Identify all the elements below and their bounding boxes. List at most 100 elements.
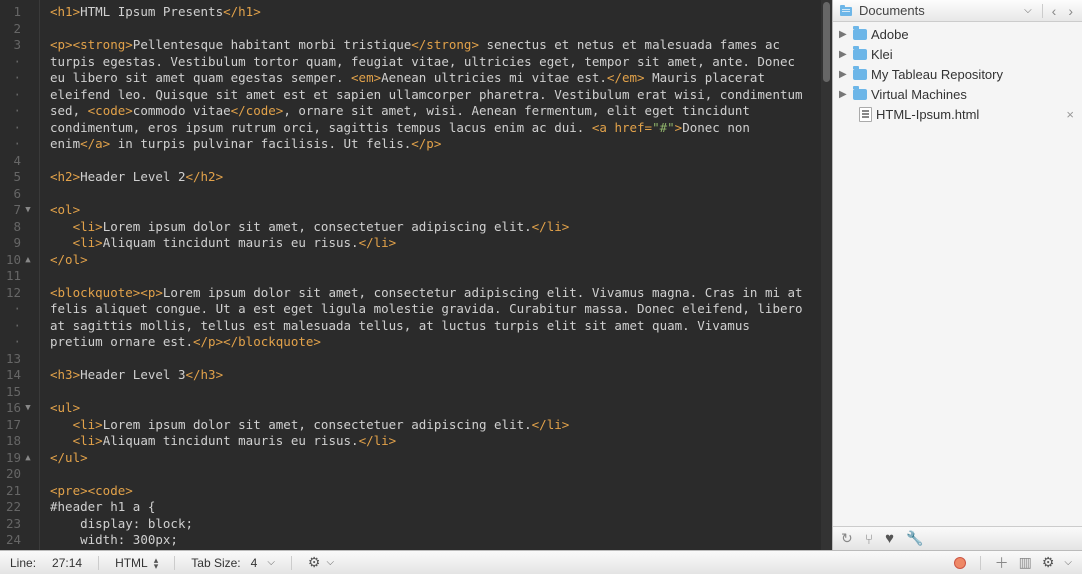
cursor-position[interactable]: Line: 27:14 [10, 556, 82, 570]
code-line[interactable]: condimentum, eros ipsum rutrum orci, sag… [50, 120, 821, 137]
code-line[interactable]: <pre><code> [50, 483, 821, 500]
gutter-line[interactable]: 5 [0, 169, 33, 186]
gutter-line[interactable]: · [0, 103, 33, 120]
gutter-line[interactable]: 19▲ [0, 450, 33, 467]
nav-forward-button[interactable]: › [1065, 3, 1076, 19]
file-tree-folder[interactable]: ▶Klei [833, 44, 1082, 64]
code-line[interactable] [50, 153, 821, 170]
language-selector[interactable]: HTML ▴▾ [115, 556, 158, 570]
disclosure-triangle-icon[interactable]: ▶ [839, 49, 849, 60]
code-line[interactable]: display: block; [50, 516, 821, 533]
code-line[interactable]: #header h1 a { [50, 499, 821, 516]
code-line[interactable]: enim</a> in turpis pulvinar facilisis. U… [50, 136, 821, 153]
gutter-line[interactable]: 17 [0, 417, 33, 434]
gutter-line[interactable]: · [0, 136, 33, 153]
disclosure-triangle-icon[interactable]: ▶ [839, 89, 849, 100]
tab-size-selector[interactable]: Tab Size: 4 ⌵ [191, 556, 275, 570]
settings-icon[interactable]: 🔧 [906, 530, 923, 547]
code-line[interactable] [50, 466, 821, 483]
code-line[interactable]: <ul> [50, 400, 821, 417]
gutter-line[interactable]: 22 [0, 499, 33, 516]
gutter-line[interactable]: 3 [0, 37, 33, 54]
gutter-line[interactable]: · [0, 301, 33, 318]
gutter-line[interactable]: 10▲ [0, 252, 33, 269]
code-line[interactable] [50, 384, 821, 401]
favorite-icon[interactable]: ♥ [885, 530, 894, 547]
code-line[interactable] [50, 351, 821, 368]
refresh-icon[interactable]: ↻ [841, 530, 853, 547]
gutter-line[interactable]: 18 [0, 433, 33, 450]
gutter-line[interactable]: · [0, 120, 33, 137]
add-button[interactable]: ＋ [995, 553, 1009, 573]
code-line[interactable]: <h3>Header Level 3</h3> [50, 367, 821, 384]
code-line[interactable]: <li>Aliquam tincidunt mauris eu risus.</… [50, 433, 821, 450]
nav-back-button[interactable]: ‹ [1049, 3, 1060, 19]
gutter-line[interactable]: 7▼ [0, 202, 33, 219]
gutter-line[interactable]: 21 [0, 483, 33, 500]
gutter-line[interactable]: 16▼ [0, 400, 33, 417]
gutter-line[interactable]: 13 [0, 351, 33, 368]
code-line[interactable]: <li>Lorem ipsum dolor sit amet, consecte… [50, 417, 821, 434]
gutter-line[interactable]: · [0, 334, 33, 351]
fold-marker-icon[interactable]: ▲ [23, 450, 33, 467]
gutter-line[interactable]: 8 [0, 219, 33, 236]
code-line[interactable]: <h1>HTML Ipsum Presents</h1> [50, 4, 821, 21]
gutter-line[interactable]: 1 [0, 4, 33, 21]
record-indicator-icon[interactable] [954, 557, 966, 569]
code-line[interactable]: </ul> [50, 450, 821, 467]
gutter-line[interactable]: 2 [0, 21, 33, 38]
file-tree-folder[interactable]: ▶Adobe [833, 24, 1082, 44]
code-line[interactable]: eu libero sit amet quam egestas semper. … [50, 70, 821, 87]
fold-marker-icon[interactable]: ▲ [23, 252, 33, 269]
gutter-line[interactable]: 12 [0, 285, 33, 302]
columns-icon[interactable]: ▥ [1019, 554, 1032, 571]
gutter-line[interactable]: 20 [0, 466, 33, 483]
gutter-line[interactable]: · [0, 70, 33, 87]
gutter-line[interactable]: 24 [0, 532, 33, 549]
gutter-line[interactable]: 11 [0, 268, 33, 285]
sidebar-breadcrumb[interactable]: Documents ⌵ ‹ › [833, 0, 1082, 22]
file-tree-file[interactable]: HTML-Ipsum.html× [833, 104, 1082, 124]
code-area[interactable]: <h1>HTML Ipsum Presents</h1> <p><strong>… [40, 0, 821, 550]
code-line[interactable]: <h2>Header Level 2</h2> [50, 169, 821, 186]
code-line[interactable] [50, 268, 821, 285]
code-line[interactable]: felis aliquet congue. Ut a est eget ligu… [50, 301, 821, 318]
gear-icon[interactable]: ⚙ [1042, 554, 1055, 571]
disclosure-triangle-icon[interactable]: ▶ [839, 69, 849, 80]
gutter-line[interactable]: · [0, 87, 33, 104]
gutter-line[interactable]: 4 [0, 153, 33, 170]
code-line[interactable]: </ol> [50, 252, 821, 269]
line-gutter[interactable]: 123······4567▼8910▲1112···13141516▼17181… [0, 0, 40, 550]
code-line[interactable]: turpis egestas. Vestibulum tortor quam, … [50, 54, 821, 71]
fold-marker-icon[interactable]: ▼ [23, 202, 33, 219]
code-line[interactable]: <li>Lorem ipsum dolor sit amet, consecte… [50, 219, 821, 236]
file-tree[interactable]: ▶Adobe▶Klei▶My Tableau Repository▶Virtua… [833, 22, 1082, 526]
scrollbar-thumb[interactable] [823, 2, 830, 82]
file-tree-folder[interactable]: ▶Virtual Machines [833, 84, 1082, 104]
fold-marker-icon[interactable]: ▼ [23, 400, 33, 417]
file-tree-folder[interactable]: ▶My Tableau Repository [833, 64, 1082, 84]
code-line[interactable]: <blockquote><p>Lorem ipsum dolor sit ame… [50, 285, 821, 302]
code-line[interactable]: <ol> [50, 202, 821, 219]
code-line[interactable]: width: 300px; [50, 532, 821, 549]
breadcrumb-dropdown-icon[interactable]: ⌵ [1020, 5, 1036, 16]
gutter-line[interactable]: · [0, 54, 33, 71]
gutter-line[interactable]: 23 [0, 516, 33, 533]
code-line[interactable]: <p><strong>Pellentesque habitant morbi t… [50, 37, 821, 54]
code-line[interactable] [50, 186, 821, 203]
scm-icon[interactable]: ⑂ [865, 531, 873, 547]
code-line[interactable]: at sagittis mollis, tellus est malesuada… [50, 318, 821, 335]
code-line[interactable] [50, 21, 821, 38]
close-icon[interactable]: × [1066, 107, 1082, 122]
gutter-line[interactable]: 6 [0, 186, 33, 203]
gutter-line[interactable]: 9 [0, 235, 33, 252]
code-line[interactable]: sed, <code>commodo vitae</code>, ornare … [50, 103, 821, 120]
code-line[interactable]: eleifend leo. Quisque sit amet est et sa… [50, 87, 821, 104]
gutter-line[interactable]: · [0, 318, 33, 335]
gutter-line[interactable]: 14 [0, 367, 33, 384]
gear-icon[interactable]: ⚙ [308, 554, 321, 571]
vertical-scrollbar[interactable] [821, 0, 832, 550]
code-line[interactable]: <li>Aliquam tincidunt mauris eu risus.</… [50, 235, 821, 252]
code-line[interactable]: pretium ornare est.</p></blockquote> [50, 334, 821, 351]
disclosure-triangle-icon[interactable]: ▶ [839, 29, 849, 40]
